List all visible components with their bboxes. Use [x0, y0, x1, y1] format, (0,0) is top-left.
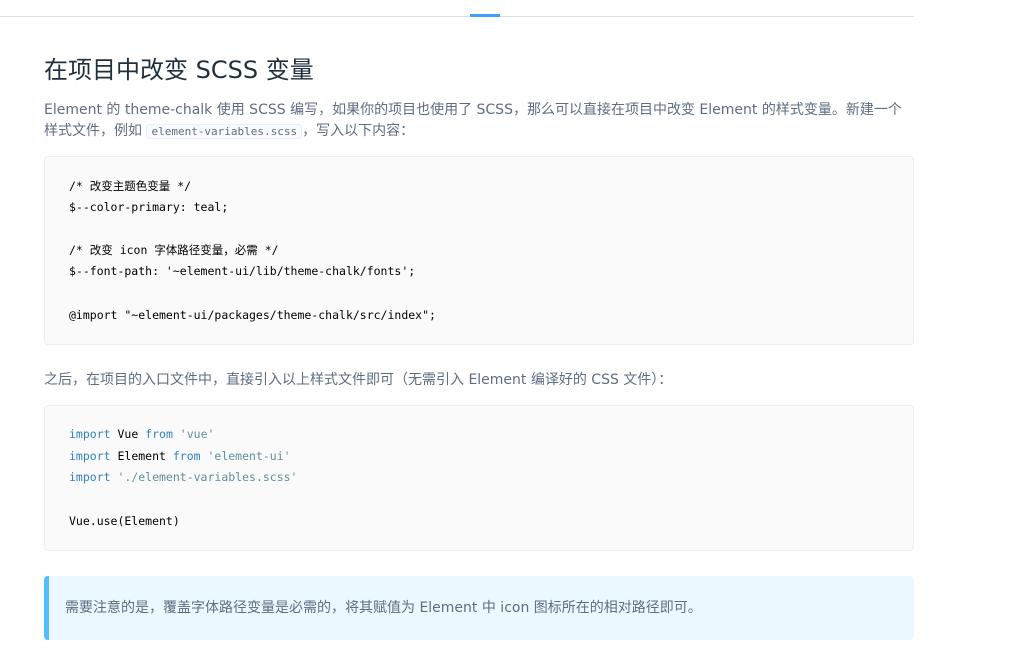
tip-callout: 需要注意的是，覆盖字体路径变量是必需的，将其赋值为 Element 中 icon… — [44, 576, 914, 640]
js-code-block: import Vue from 'vue' import Element fro… — [44, 405, 914, 551]
code-line: import './element-variables.scss' — [69, 468, 297, 486]
code-keyword: from — [172, 449, 201, 463]
scss-code-block: /* 改变主题色变量 */ $--color-primary: teal; /*… — [44, 156, 914, 345]
code-keyword: import — [69, 427, 111, 441]
tip-text: 需要注意的是，覆盖字体路径变量是必需的，将其赋值为 Element 中 icon… — [65, 600, 702, 616]
code-line: $--color-primary: teal; — [69, 200, 229, 214]
code-keyword: import — [69, 449, 111, 463]
code-line: $--font-path: '~element-ui/lib/theme-cha… — [69, 264, 416, 278]
code-identifier: Vue — [110, 427, 146, 441]
code-line: /* 改变主题色变量 */ — [69, 179, 192, 193]
inline-code-filename: element-variables.scss — [146, 124, 303, 139]
section-title: 在项目中改变 SCSS 变量 — [44, 56, 314, 84]
code-string: 'element-ui' — [200, 449, 291, 463]
code-identifier: Element — [110, 449, 173, 463]
entry-file-paragraph: 之后，在项目的入口文件中，直接引入以上样式文件即可（无需引入 Element 编… — [44, 372, 673, 388]
code-keyword: import — [69, 470, 111, 484]
code-string: 'vue' — [172, 427, 215, 441]
code-line: Vue.use(Element) — [69, 514, 180, 528]
active-tab-indicator — [470, 14, 500, 17]
intro-paragraph: Element 的 theme-chalk 使用 SCSS 编写，如果你的项目也… — [44, 100, 914, 142]
code-line: @import "~element-ui/packages/theme-chal… — [69, 308, 436, 322]
tab-divider — [0, 16, 914, 17]
intro-text-after: ，写入以下内容： — [302, 123, 415, 139]
code-line: import Element from 'element-ui' — [69, 447, 291, 465]
code-keyword: from — [145, 427, 173, 441]
code-string: './element-variables.scss' — [110, 470, 298, 484]
code-line: /* 改变 icon 字体路径变量，必需 */ — [69, 243, 279, 257]
code-line: import Vue from 'vue' — [69, 425, 214, 443]
